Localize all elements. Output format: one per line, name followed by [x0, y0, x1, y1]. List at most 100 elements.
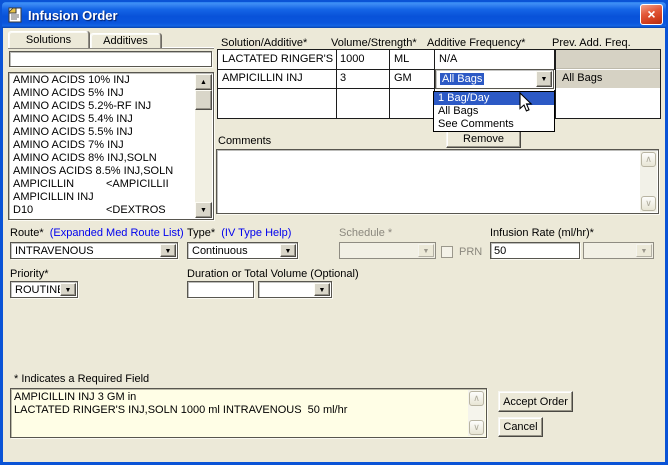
tab-solutions[interactable]: Solutions: [8, 31, 89, 48]
solutions-listbox[interactable]: AMINO ACIDS 10% INJ AMINO ACIDS 5% INJ A…: [8, 72, 214, 220]
chevron-down-icon[interactable]: ▼: [314, 283, 330, 296]
route-combo[interactable]: INTRAVENOUS ▼: [10, 242, 178, 259]
order-summary-text: AMPICILLIN INJ 3 GM in LACTATED RINGER'S…: [14, 391, 466, 417]
mouse-cursor-icon: [519, 92, 533, 113]
tab-additives-label: Additives: [103, 35, 148, 47]
schedule-label: Schedule *: [339, 227, 392, 239]
cell-frequency: N/A: [439, 53, 551, 65]
prev-freq-cell-row2: All Bags: [556, 70, 660, 88]
solution-search-box: [9, 51, 212, 67]
form-icon: [7, 7, 23, 23]
schedule-combo: ▼: [339, 242, 436, 259]
required-field-note: * Indicates a Required Field: [14, 373, 149, 385]
infusion-rate-box: [490, 242, 580, 259]
list-item[interactable]: AMINO ACIDS 5% INJ: [10, 87, 195, 100]
route-label-text: Route*: [10, 227, 44, 239]
list-item-name: AMINO ACIDS 10% INJ: [13, 74, 130, 86]
scroll-up-icon[interactable]: ∧: [469, 391, 484, 406]
tab-additives[interactable]: Additives: [90, 33, 161, 48]
grid-header-prev-freq: Prev. Add. Freq.: [552, 37, 631, 49]
scroll-down-icon[interactable]: ∨: [469, 420, 484, 435]
grid-header-frequency: Additive Frequency*: [427, 37, 525, 49]
list-item[interactable]: D10 <DEXTROS: [10, 204, 195, 217]
close-icon[interactable]: ×: [640, 4, 663, 25]
priority-label: Priority*: [10, 268, 49, 280]
type-value: Continuous: [192, 245, 248, 257]
list-item[interactable]: AMINO ACIDS 5.4% INJ: [10, 113, 195, 126]
chevron-down-icon: ▼: [418, 244, 434, 257]
infusion-order-dialog: Infusion Order × Solutions Additives AMI…: [0, 0, 668, 465]
list-item-name: AMPICILLIN: [13, 178, 74, 190]
cell-unit: GM: [394, 72, 432, 84]
solutions-list-items: AMINO ACIDS 10% INJ AMINO ACIDS 5% INJ A…: [10, 74, 195, 218]
chevron-down-icon[interactable]: ▼: [536, 71, 552, 87]
list-item-name: AMINO ACIDS 5.5% INJ: [13, 126, 133, 138]
cell-volume: 1000: [340, 53, 386, 65]
duration-input[interactable]: [188, 282, 253, 297]
frequency-dropdown-list[interactable]: 1 Bag/Day All Bags See Comments: [433, 91, 555, 132]
dropdown-option-all-bags[interactable]: All Bags: [434, 105, 554, 118]
accept-order-button[interactable]: Accept Order: [498, 391, 573, 412]
dropdown-option-1-bag-day[interactable]: 1 Bag/Day: [434, 92, 554, 105]
dropdown-option-see-comments[interactable]: See Comments: [434, 118, 554, 131]
frequency-combo[interactable]: All Bags ▼: [435, 69, 554, 89]
scroll-down-icon[interactable]: ∨: [641, 196, 656, 211]
list-item[interactable]: AMINOS ACIDS 8.5% INJ,SOLN: [10, 165, 195, 178]
prev-freq-value: All Bags: [562, 72, 602, 84]
cell-solution: AMPICILLIN INJ: [222, 72, 334, 84]
prev-freq-cell-row1: [556, 50, 660, 69]
route-value: INTRAVENOUS: [15, 245, 94, 257]
comments-textarea[interactable]: ∧ ∨: [216, 149, 659, 214]
type-label: Type* (IV Type Help): [187, 227, 291, 239]
infusion-rate-unit-combo: ▼: [583, 242, 654, 259]
duration-label: Duration or Total Volume (Optional): [187, 268, 359, 280]
summary-line-2: LACTATED RINGER'S INJ,SOLN 1000 ml INTRA…: [14, 404, 466, 417]
tab-solutions-label: Solutions: [26, 34, 71, 46]
scroll-down-icon[interactable]: ▼: [195, 202, 212, 218]
list-item[interactable]: AMINO ACIDS 10% INJ: [10, 74, 195, 87]
list-item-alias: <AMPICILLII: [106, 178, 169, 191]
grid-line: [389, 50, 390, 118]
summary-scrollbar[interactable]: ∧ ∨: [468, 390, 485, 436]
dialog-body: Solutions Additives AMINO ACIDS 10% INJ: [3, 28, 665, 462]
list-item-name: D10: [13, 204, 33, 216]
list-item-name: AMINO ACIDS 5% INJ: [13, 87, 124, 99]
cell-unit: ML: [394, 53, 432, 65]
prn-checkbox: [441, 246, 453, 258]
duration-box: [187, 281, 254, 298]
order-summary-box[interactable]: AMPICILLIN INJ 3 GM in LACTATED RINGER'S…: [10, 388, 487, 438]
scroll-up-icon[interactable]: ▲: [195, 74, 212, 90]
window-title: Infusion Order: [28, 8, 118, 23]
grid-header-solution: Solution/Additive*: [221, 37, 307, 49]
comments-scrollbar[interactable]: ∧ ∨: [640, 151, 657, 212]
infusion-rate-input[interactable]: [491, 243, 579, 258]
chevron-down-icon[interactable]: ▼: [160, 244, 176, 257]
scroll-up-icon[interactable]: ∧: [641, 152, 656, 167]
list-item-alias: <DEXTROS: [106, 204, 166, 217]
list-item[interactable]: AMINO ACIDS 7% INJ: [10, 139, 195, 152]
comments-label: Comments: [218, 135, 271, 147]
list-scrollbar[interactable]: ▲ ▼: [195, 74, 212, 218]
grid-line: [336, 50, 337, 118]
infusion-rate-label: Infusion Rate (ml/hr)*: [490, 227, 594, 239]
list-item[interactable]: AMINO ACIDS 5.5% INJ: [10, 126, 195, 139]
list-item-name: AMINO ACIDS 5.2%-RF INJ: [13, 100, 151, 112]
solution-search-input[interactable]: [10, 52, 211, 66]
list-item[interactable]: AMINO ACIDS 8% INJ,SOLN: [10, 152, 195, 165]
list-item[interactable]: AMPICILLIN <AMPICILLII: [10, 178, 195, 191]
iv-type-help-link[interactable]: (IV Type Help): [221, 227, 291, 239]
chevron-down-icon[interactable]: ▼: [60, 283, 76, 296]
expanded-med-route-link[interactable]: (Expanded Med Route List): [50, 227, 184, 239]
duration-unit-combo[interactable]: ▼: [258, 281, 332, 298]
priority-value: ROUTINE: [15, 284, 65, 296]
priority-combo[interactable]: ROUTINE ▼: [10, 281, 78, 298]
list-item[interactable]: AMPICILLIN INJ: [10, 191, 195, 204]
list-item-name: AMINO ACIDS 8% INJ,SOLN: [13, 152, 157, 164]
list-item[interactable]: AMINO ACIDS 5.2%-RF INJ: [10, 100, 195, 113]
scrollbar-thumb[interactable]: [195, 90, 212, 110]
cancel-button[interactable]: Cancel: [498, 417, 543, 437]
type-combo[interactable]: Continuous ▼: [187, 242, 298, 259]
cell-solution: LACTATED RINGER'S: [222, 53, 334, 65]
title-bar[interactable]: Infusion Order ×: [2, 2, 666, 28]
chevron-down-icon[interactable]: ▼: [280, 244, 296, 257]
